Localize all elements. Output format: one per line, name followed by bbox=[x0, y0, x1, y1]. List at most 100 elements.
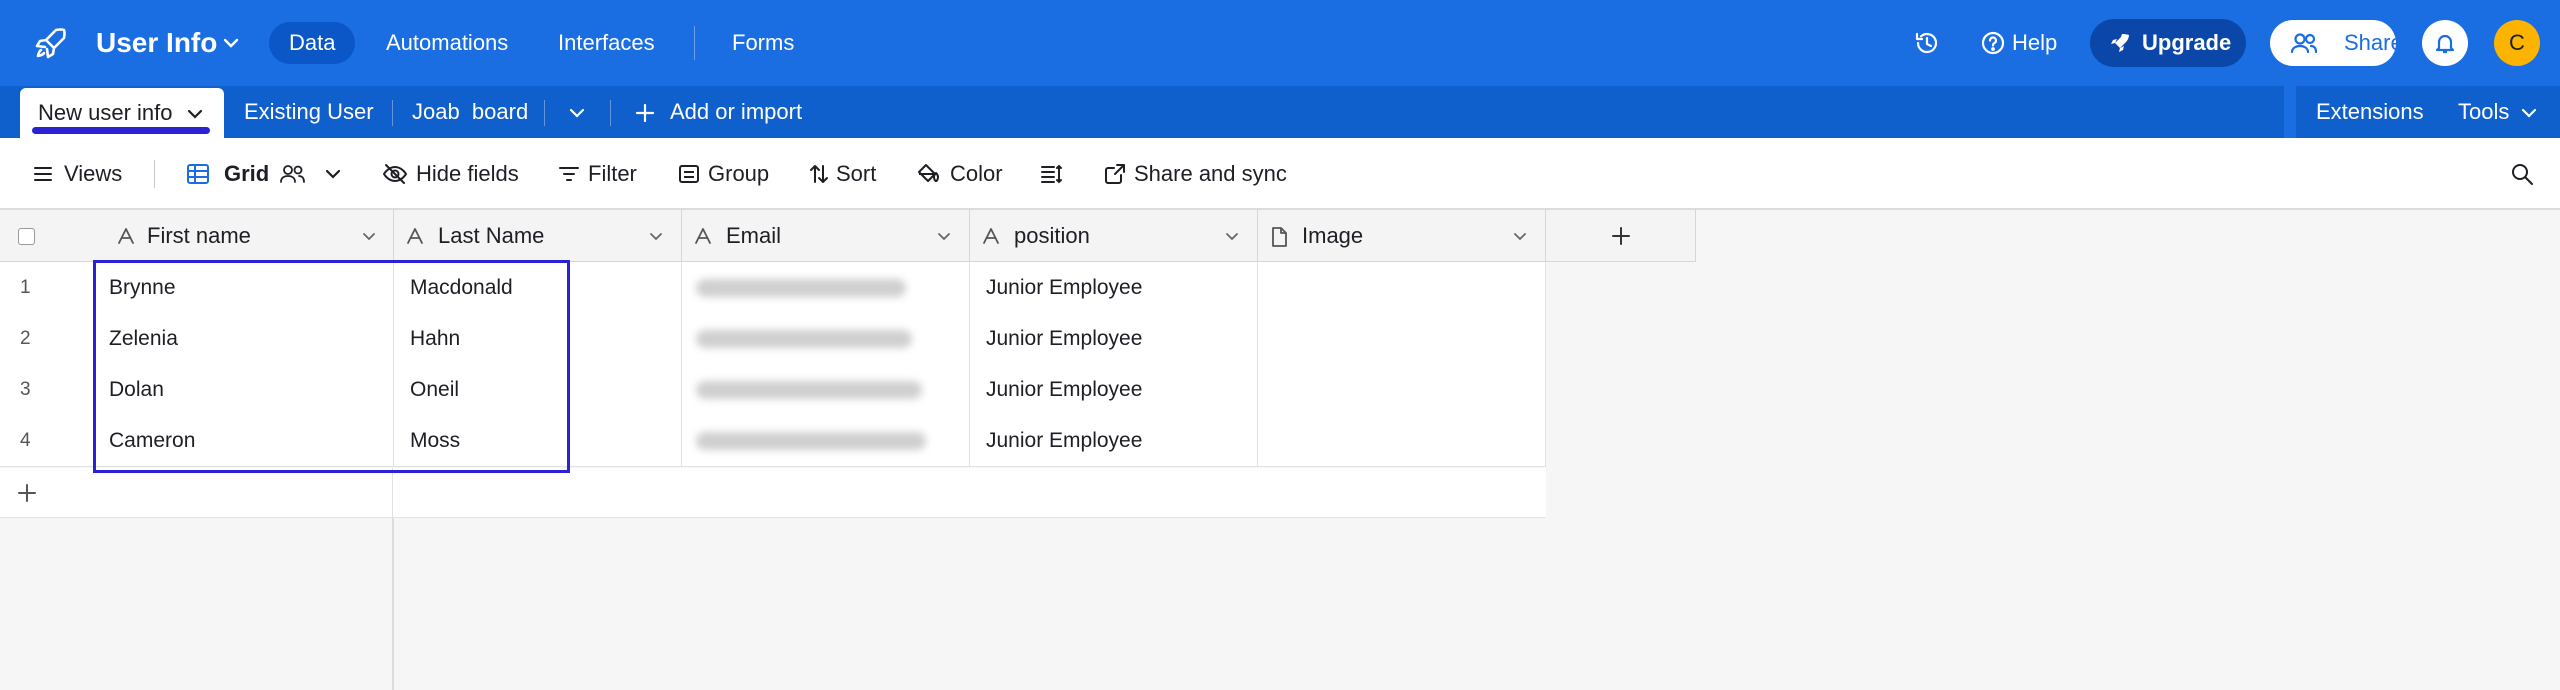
select-all-checkbox[interactable] bbox=[18, 228, 35, 245]
color-button[interactable]: Color bbox=[916, 138, 1006, 210]
top-bar: User Info Data Automations Interfaces Fo… bbox=[0, 0, 2560, 86]
cell-position[interactable]: Junior Employee bbox=[970, 415, 1258, 467]
chevron-down-icon[interactable] bbox=[361, 229, 377, 245]
redacted-email bbox=[696, 279, 906, 297]
share-button[interactable]: Share bbox=[2270, 20, 2403, 66]
help-icon[interactable] bbox=[1980, 30, 2006, 56]
data-grid: First name Last Name Email position Imag… bbox=[0, 210, 2560, 690]
group-label: Group bbox=[708, 161, 770, 186]
column-label: First name bbox=[147, 223, 251, 248]
nav-automations[interactable]: Automations bbox=[366, 22, 528, 64]
nav-interfaces[interactable]: Interfaces bbox=[538, 22, 675, 64]
tab-label: New user info bbox=[38, 100, 173, 125]
cell-position[interactable]: Junior Employee bbox=[970, 364, 1258, 416]
column-header-first-name[interactable]: First name bbox=[93, 210, 394, 262]
sort-label: Sort bbox=[836, 161, 877, 186]
cell-image[interactable] bbox=[1258, 364, 1546, 416]
tab-divider bbox=[544, 100, 545, 126]
cell-first-name[interactable]: Zelenia bbox=[93, 313, 394, 365]
cell-last-name[interactable]: Macdonald bbox=[394, 262, 682, 314]
group-button[interactable]: Group bbox=[678, 138, 774, 210]
cell-position[interactable]: Junior Employee bbox=[970, 313, 1258, 365]
add-record-cell[interactable] bbox=[0, 468, 393, 518]
redacted-email bbox=[696, 381, 922, 399]
view-name: Grid bbox=[224, 161, 270, 186]
plus-icon[interactable] bbox=[634, 102, 656, 124]
chevron-down-icon[interactable] bbox=[222, 34, 240, 52]
add-or-import-button[interactable]: Add or import bbox=[670, 86, 802, 138]
rocket-logo-icon[interactable] bbox=[32, 24, 70, 62]
cell-image[interactable] bbox=[1258, 262, 1546, 314]
share-label: Share bbox=[2344, 30, 2403, 55]
notifications-button[interactable] bbox=[2422, 20, 2468, 66]
upgrade-button[interactable]: Upgrade bbox=[2090, 19, 2246, 67]
column-label: Image bbox=[1302, 223, 1364, 248]
search-icon[interactable] bbox=[2510, 162, 2534, 186]
cell-first-name[interactable]: Brynne bbox=[93, 262, 394, 314]
text-field-icon bbox=[407, 228, 423, 244]
sort-button[interactable]: Sort bbox=[808, 138, 888, 210]
external-link-icon bbox=[1105, 164, 1125, 184]
tab-joab-board[interactable]: Joab board bbox=[412, 86, 528, 138]
column-header-email[interactable]: Email bbox=[682, 210, 970, 262]
cell-email-redacted[interactable] bbox=[682, 262, 970, 314]
cell-email-redacted[interactable] bbox=[682, 364, 970, 416]
chevron-down-icon[interactable] bbox=[186, 105, 204, 123]
filter-icon bbox=[559, 167, 579, 181]
chevron-down-icon[interactable] bbox=[324, 165, 342, 183]
header-select-all[interactable] bbox=[0, 210, 93, 262]
hide-fields-label: Hide fields bbox=[416, 161, 519, 186]
cell-last-name[interactable]: Moss bbox=[394, 415, 682, 467]
row-number: 4 bbox=[0, 415, 93, 467]
plus-icon[interactable] bbox=[16, 482, 38, 504]
chevron-down-icon[interactable] bbox=[936, 229, 952, 245]
tab-divider bbox=[392, 100, 393, 126]
cell-email-redacted[interactable] bbox=[682, 313, 970, 365]
bell-icon bbox=[2435, 34, 2455, 54]
row-height-button[interactable] bbox=[1040, 138, 1070, 210]
view-switcher-grid[interactable]: Grid bbox=[186, 138, 346, 210]
cell-image[interactable] bbox=[1258, 313, 1546, 365]
column-header-image[interactable]: Image bbox=[1258, 210, 1546, 262]
text-field-icon bbox=[983, 228, 999, 244]
redacted-email bbox=[696, 432, 926, 450]
avatar[interactable]: C bbox=[2494, 20, 2540, 66]
tab-existing-user[interactable]: Existing User bbox=[244, 86, 374, 138]
tools-button[interactable]: Tools bbox=[2458, 86, 2509, 138]
row-height-icon bbox=[1041, 164, 1062, 184]
share-and-sync-button[interactable]: Share and sync bbox=[1104, 138, 1294, 210]
nav-forms[interactable]: Forms bbox=[712, 22, 814, 64]
add-record-row[interactable] bbox=[0, 468, 1546, 518]
column-header-position[interactable]: position bbox=[970, 210, 1258, 262]
cell-first-name[interactable]: Cameron bbox=[93, 415, 394, 467]
chevron-down-icon[interactable] bbox=[568, 104, 586, 122]
help-link[interactable]: Help bbox=[2012, 30, 2057, 56]
cell-position[interactable]: Junior Employee bbox=[970, 262, 1258, 314]
toolbar-divider bbox=[154, 160, 155, 188]
cell-email-redacted[interactable] bbox=[682, 415, 970, 467]
menu-icon bbox=[34, 167, 52, 181]
column-header-last-name[interactable]: Last Name bbox=[394, 210, 682, 262]
views-button[interactable]: Views bbox=[32, 138, 128, 210]
chevron-down-icon[interactable] bbox=[1512, 229, 1528, 245]
nav-data[interactable]: Data bbox=[269, 22, 356, 64]
filter-button[interactable]: Filter bbox=[558, 138, 644, 210]
users-icon bbox=[2290, 33, 2318, 54]
tab-divider bbox=[610, 100, 611, 126]
cell-last-name[interactable]: Oneil bbox=[394, 364, 682, 416]
hide-fields-button[interactable]: Hide fields bbox=[382, 138, 522, 210]
sparkle-rocket-icon bbox=[2111, 34, 2129, 52]
chevron-down-icon[interactable] bbox=[648, 229, 664, 245]
base-title[interactable]: User Info bbox=[96, 26, 217, 60]
cell-first-name[interactable]: Dolan bbox=[93, 364, 394, 416]
history-icon[interactable] bbox=[1914, 30, 1940, 56]
color-label: Color bbox=[950, 161, 1003, 186]
cell-last-name[interactable]: Hahn bbox=[394, 313, 682, 365]
cell-image[interactable] bbox=[1258, 415, 1546, 467]
extensions-button[interactable]: Extensions bbox=[2316, 86, 2424, 138]
grid-header: First name Last Name Email position Imag… bbox=[0, 210, 1696, 262]
add-field-button[interactable] bbox=[1546, 210, 1696, 262]
chevron-down-icon[interactable] bbox=[1224, 229, 1240, 245]
chevron-down-icon[interactable] bbox=[2520, 104, 2538, 122]
nav-divider bbox=[694, 26, 695, 60]
